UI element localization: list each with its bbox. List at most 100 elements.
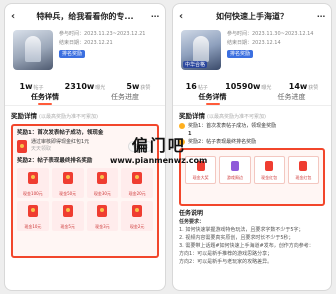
section-title-text: 奖励详情 (179, 112, 205, 120)
left-reward-section-title: 奖励详情 (以最高奖励为准不可累加) (5, 106, 165, 122)
red-envelope-icon (196, 161, 205, 171)
right-reward-step-1-block: 奖励1：首次发表帖子成功，领现金奖励 1 奖励2：帖子表现最终排名奖励 (173, 122, 331, 146)
right-task-cover-image: 中华合格 (181, 30, 221, 70)
reward-cell-label: 游戏周边 (226, 175, 243, 180)
cover-tag: 中华合格 (183, 61, 208, 68)
rules-title: 任务说明 (179, 210, 204, 217)
reward-cell-label: 现金50元 (59, 191, 77, 196)
cover-figure (25, 36, 41, 62)
reward-cell: 现金大奖 (185, 156, 217, 184)
reward-cell-label: 现金3元 (95, 224, 110, 229)
rules-line: 方向1：可以是新手推荐的游戏思路分享； (179, 251, 273, 257)
reward-cell: 现金20元 (121, 168, 153, 198)
red-envelope-icon (97, 172, 108, 184)
right-step-2-text: 奖励2：帖子表现最终排名奖励 (188, 139, 257, 145)
left-reward-step-2: 奖励2：帖子表现最终排名奖励 (17, 158, 93, 164)
reward-cell: 现金50元 (51, 168, 84, 198)
left-topbar: ‹ 特种兵，给我看看你的专... ⋯ (5, 4, 165, 28)
left-reward-1-text: 通过审核即得现金红包1元 天天领取 (31, 139, 128, 153)
reward-cell-label: 现金2元 (129, 224, 145, 229)
coin-icon (179, 123, 185, 129)
reward-cell-label: 现金红包 (295, 175, 312, 180)
right-reward-step-2: 奖励2：帖子表现最终排名奖励 (179, 138, 325, 146)
left-rank-badge: 排名奖励 (59, 50, 86, 58)
more-icon[interactable]: ⋯ (315, 12, 325, 21)
reward-cell: 现金3元 (86, 201, 119, 231)
reward-1-pending-button[interactable]: 待开启 (127, 140, 153, 152)
red-envelope-icon (27, 205, 38, 217)
red-envelope-icon (17, 139, 27, 153)
red-envelope-icon (132, 172, 143, 184)
right-rank-badge: 排名奖励 (227, 50, 254, 58)
right-meta-line-1: 参与时间：2023.11.30~2023.12.14 (227, 31, 314, 37)
reward-cell: 现金100元 (17, 168, 49, 198)
reward-cell: 现金红包 (253, 156, 285, 184)
section-subtitle: (以最高奖励为准不可累加) (39, 114, 98, 120)
reward-cell-label: 现金5元 (60, 224, 75, 229)
right-reward-highlight-box: 现金大奖 游戏周边 现金红包 现金红包 (179, 148, 325, 206)
reward-cell-label: 现金20元 (128, 191, 146, 196)
tab-task-progress[interactable]: 任务进度 (85, 90, 165, 105)
reward-cell-label: 现金红包 (261, 175, 278, 180)
right-step-1-text: 奖励1：首次发表帖子成功，领现金奖励 (188, 123, 277, 129)
red-envelope-icon (265, 161, 274, 171)
rules-line: 2. 视频内容需要真实原创，且要求时长不少于5秒； (179, 235, 294, 241)
back-arrow-icon[interactable]: ‹ (11, 11, 21, 22)
right-reward-section-title: 奖励详情 (以最高奖励为准不可累加) (173, 106, 331, 122)
reward-cell-label: 现金30元 (93, 191, 111, 196)
reward-cell: 现金红包 (287, 156, 319, 184)
left-stats: 1w帖子 2310w曝光 5w获赞 (5, 74, 165, 91)
left-meta-line-1: 参与时间：2023.11.23~2023.12.21 (59, 31, 146, 37)
left-task-panel: ‹ 特种兵，给我看看你的专... ⋯ 参与时间：2023.11.23~2023.… (4, 3, 166, 291)
reward-cell-label: 现金大奖 (192, 175, 209, 180)
red-envelope-icon (62, 172, 73, 184)
rules-line: 方向2：可以是新手与老玩家的攻略差异。 (179, 259, 273, 265)
right-page-title: 如何快速上手海道？ (216, 11, 288, 21)
right-reward-step-1-count: 1 (188, 130, 325, 138)
section-title-text: 奖励详情 (11, 112, 37, 120)
reward-cell: 现金2元 (121, 201, 153, 231)
red-envelope-icon (97, 205, 108, 217)
right-task-info: 中华合格 参与时间：2023.11.30~2023.12.14 结束日期：202… (173, 28, 331, 74)
rules-line: 3. 需要带上话题#如何快速上手海道#发布，创作方向参考： (179, 243, 314, 249)
left-reward-step-1: 奖励1：首次发表帖子成功，领现金 (17, 130, 104, 136)
gift-icon (230, 161, 239, 171)
right-task-meta: 参与时间：2023.11.30~2023.12.14 结束日期：2023.12.… (227, 30, 313, 72)
right-stats: 16帖子 10590w曝光 14w获赞 (173, 74, 331, 91)
tab-task-progress[interactable]: 任务进度 (252, 90, 331, 105)
reward-1-sub: 天天领取 (31, 146, 52, 152)
rules-line: 1. 如何快速掌握游戏特色玩法，且要求字数不少于5字； (179, 227, 304, 233)
cover-figure (193, 36, 209, 62)
reward-cell-label: 现金100元 (23, 191, 43, 196)
coin-icon (179, 139, 185, 145)
left-reward-1-row: 通过审核即得现金红包1元 天天领取 待开启 (17, 139, 153, 153)
left-task-meta: 参与时间：2023.11.23~2023.12.21 结束日期：2023.12.… (59, 30, 145, 72)
reward-cell: 游戏周边 (219, 156, 251, 184)
red-envelope-icon (62, 205, 73, 217)
right-tabs: 任务详情 任务进度 (173, 90, 331, 106)
right-reward-grid: 现金大奖 游戏周边 现金红包 现金红包 (185, 156, 319, 184)
back-arrow-icon[interactable]: ‹ (179, 11, 189, 22)
left-task-info: 参与时间：2023.11.23~2023.12.21 结束日期：2023.12.… (5, 28, 165, 74)
red-envelope-icon (132, 205, 143, 217)
screenshot-stage: ‹ 特种兵，给我看看你的专... ⋯ 参与时间：2023.11.23~2023.… (0, 0, 336, 294)
more-icon[interactable]: ⋯ (149, 12, 159, 21)
left-tabs: 任务详情 任务进度 (5, 90, 165, 106)
left-meta-line-2: 结束日期：2023.12.21 (59, 40, 113, 46)
tab-task-detail[interactable]: 任务详情 (173, 90, 252, 105)
reward-cell: 现金5元 (51, 201, 84, 231)
reward-cell: 现金10元 (17, 201, 49, 231)
reward-cell: 现金30元 (86, 168, 119, 198)
rules-line: 任务要求： (179, 219, 205, 225)
tab-task-detail[interactable]: 任务详情 (5, 90, 85, 105)
right-step-1-count-value: 1 (188, 131, 192, 137)
left-reward-highlight-box: 奖励1：首次发表帖子成功，领现金 通过审核即得现金红包1元 天天领取 待开启 奖… (11, 124, 159, 258)
right-topbar: ‹ 如何快速上手海道？ ⋯ (173, 4, 331, 28)
red-envelope-icon (27, 172, 38, 184)
right-task-panel: ‹ 如何快速上手海道？ ⋯ 中华合格 参与时间：2023.11.30~2023.… (172, 3, 332, 291)
right-reward-step-1: 奖励1：首次发表帖子成功，领现金奖励 (179, 122, 325, 130)
reward-1-desc: 通过审核即得现金红包1元 (31, 139, 90, 145)
left-task-cover-image (13, 30, 53, 70)
reward-cell-label: 现金10元 (24, 224, 42, 229)
left-page-title: 特种兵，给我看看你的专... (36, 11, 134, 21)
